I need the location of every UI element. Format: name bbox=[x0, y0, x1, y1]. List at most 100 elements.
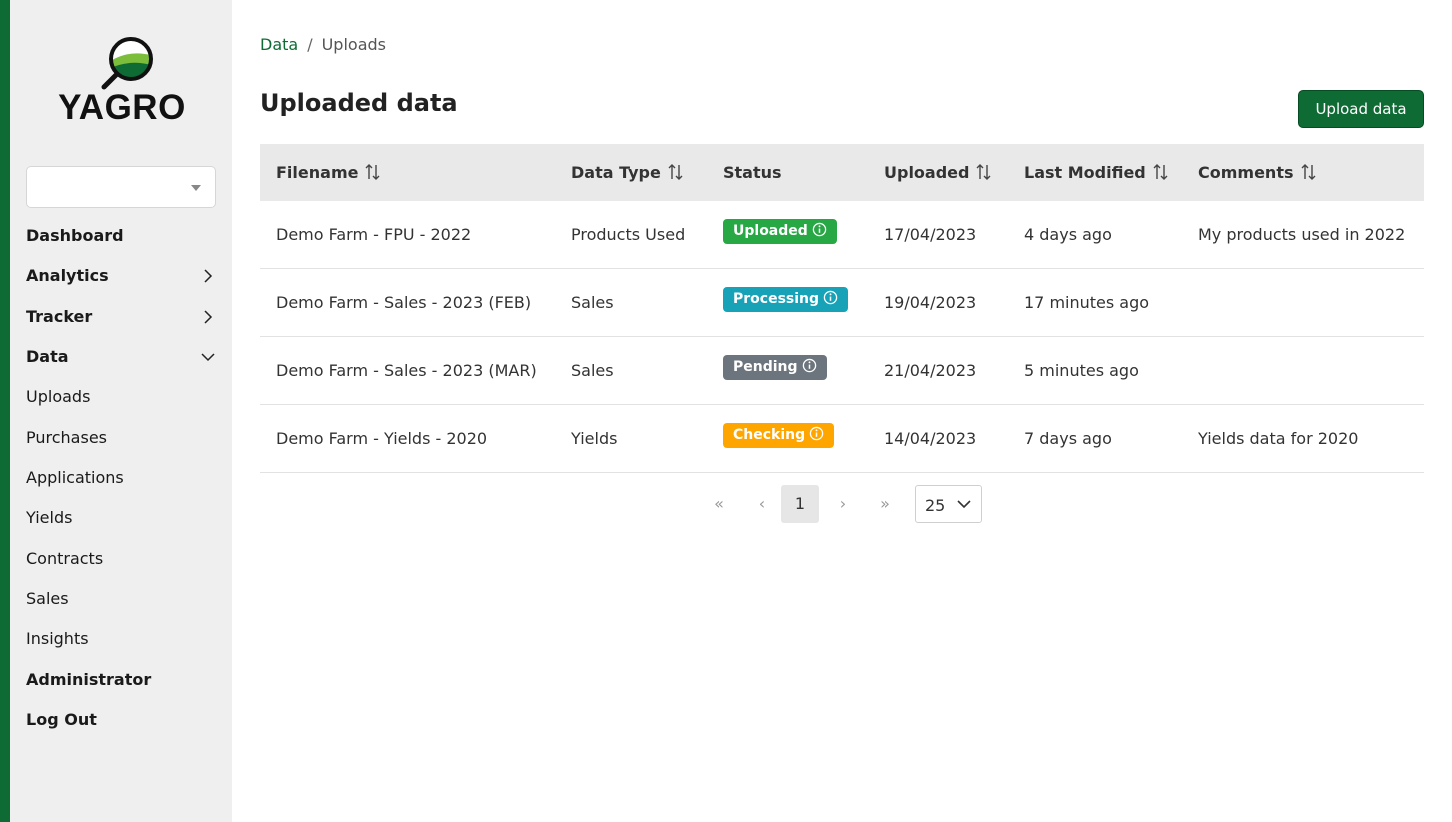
sidebar-item-tracker[interactable]: Tracker bbox=[26, 302, 216, 332]
sidebar-item-label: Contracts bbox=[26, 549, 104, 568]
status-label: Checking bbox=[733, 427, 806, 443]
yagro-logo[interactable]: YAGRO bbox=[54, 34, 194, 127]
farm-select[interactable] bbox=[26, 166, 216, 208]
breadcrumb-separator: / bbox=[307, 35, 313, 54]
column-header-uploaded[interactable]: Uploaded bbox=[884, 144, 993, 201]
table-header: Filename Data Type Status Uploaded Last Modi… bbox=[260, 144, 1424, 201]
caret-down-icon bbox=[191, 185, 201, 191]
sidebar-item-contracts[interactable]: Contracts bbox=[26, 544, 216, 574]
sidebar-item-data[interactable]: Data bbox=[26, 342, 216, 372]
cell-filename: Demo Farm - Yields - 2020 bbox=[276, 429, 488, 448]
column-header-filename[interactable]: Filename bbox=[276, 144, 382, 201]
brand-accent-bar bbox=[0, 0, 10, 822]
cell-filename: Demo Farm - Sales - 2023 (FEB) bbox=[276, 293, 532, 312]
cell-data-type: Products Used bbox=[571, 225, 686, 244]
sort-icon bbox=[668, 164, 683, 180]
sidebar-item-label: Sales bbox=[26, 589, 69, 608]
status-label: Pending bbox=[733, 359, 798, 375]
sidebar-item-yields[interactable]: Yields bbox=[26, 503, 216, 533]
table-row[interactable]: Demo Farm - FPU - 2022 Products Used Uploa… bbox=[260, 201, 1424, 269]
cell-uploaded: 21/04/2023 bbox=[884, 361, 977, 380]
cell-uploaded: 19/04/2023 bbox=[884, 293, 977, 312]
sidebar-item-label: Purchases bbox=[26, 428, 107, 447]
page-size-value: 25 bbox=[925, 496, 946, 515]
info-icon[interactable] bbox=[812, 222, 827, 237]
sidebar-item-label: Uploads bbox=[26, 387, 91, 406]
column-header-data-type[interactable]: Data Type bbox=[571, 144, 685, 201]
sidebar-item-dashboard[interactable]: Dashboard bbox=[26, 221, 216, 251]
column-header-label: Comments bbox=[1198, 163, 1294, 182]
sidebar-item-label: Insights bbox=[26, 629, 89, 648]
cell-data-type: Sales bbox=[571, 361, 614, 380]
sidebar-item-label: Log Out bbox=[26, 710, 97, 729]
sort-icon bbox=[976, 164, 991, 180]
column-header-label: Status bbox=[723, 163, 782, 182]
info-icon[interactable] bbox=[809, 426, 824, 441]
chevron-right-icon bbox=[204, 310, 213, 324]
pagination: « ‹ 1 › » 25 bbox=[700, 485, 1000, 523]
next-page-button[interactable]: › bbox=[824, 485, 862, 523]
sidebar-item-label: Analytics bbox=[26, 266, 109, 285]
page-title: Uploaded data bbox=[260, 89, 458, 117]
cell-filename: Demo Farm - Sales - 2023 (MAR) bbox=[276, 361, 537, 380]
info-icon[interactable] bbox=[802, 358, 817, 373]
breadcrumb-link-data[interactable]: Data bbox=[260, 35, 298, 54]
sidebar-item-administrator[interactable]: Administrator bbox=[26, 665, 216, 695]
cell-data-type: Yields bbox=[571, 429, 618, 448]
cell-filename: Demo Farm - FPU - 2022 bbox=[276, 225, 472, 244]
column-header-label: Uploaded bbox=[884, 163, 970, 182]
sort-icon bbox=[365, 164, 380, 180]
sidebar: YAGRO Dashboard Analytics Tracker Data Uploa… bbox=[10, 0, 232, 822]
upload-data-button[interactable]: Upload data bbox=[1298, 90, 1424, 128]
cell-uploaded: 17/04/2023 bbox=[884, 225, 977, 244]
sidebar-item-purchases[interactable]: Purchases bbox=[26, 423, 216, 453]
breadcrumb-current: Uploads bbox=[321, 35, 386, 54]
sidebar-item-uploads[interactable]: Uploads bbox=[26, 382, 216, 412]
sidebar-item-label: Applications bbox=[26, 468, 124, 487]
sidebar-item-label: Yields bbox=[26, 508, 73, 527]
sort-icon bbox=[1301, 164, 1315, 180]
status-badge: Pending bbox=[723, 355, 827, 380]
cell-data-type: Sales bbox=[571, 293, 614, 312]
info-icon[interactable] bbox=[823, 290, 838, 305]
last-page-button[interactable]: » bbox=[866, 485, 904, 523]
breadcrumb: Data / Uploads bbox=[260, 35, 386, 54]
chevron-down-icon bbox=[957, 500, 971, 509]
sidebar-item-label: Tracker bbox=[26, 307, 93, 326]
magnifier-field-icon bbox=[101, 37, 153, 90]
page-1-button[interactable]: 1 bbox=[781, 485, 819, 523]
column-header-label: Data Type bbox=[571, 163, 661, 182]
sidebar-item-log-out[interactable]: Log Out bbox=[26, 705, 216, 735]
prev-page-button[interactable]: ‹ bbox=[743, 485, 781, 523]
cell-last-modified: 7 days ago bbox=[1024, 429, 1112, 448]
sidebar-item-label: Administrator bbox=[26, 670, 152, 689]
cell-last-modified: 4 days ago bbox=[1024, 225, 1112, 244]
sidebar-item-insights[interactable]: Insights bbox=[26, 624, 216, 654]
column-header-comments[interactable]: Comments bbox=[1198, 144, 1318, 201]
first-page-button[interactable]: « bbox=[700, 485, 738, 523]
cell-last-modified: 5 minutes ago bbox=[1024, 361, 1139, 380]
column-header-label: Last Modified bbox=[1024, 163, 1146, 182]
table-row[interactable]: Demo Farm - Yields - 2020 Yields Checking 1… bbox=[260, 405, 1424, 473]
cell-last-modified: 17 minutes ago bbox=[1024, 293, 1150, 312]
table-row[interactable]: Demo Farm - Sales - 2023 (MAR) Sales Pendi… bbox=[260, 337, 1424, 405]
sidebar-item-analytics[interactable]: Analytics bbox=[26, 261, 216, 291]
status-label: Uploaded bbox=[733, 223, 808, 239]
logo-wordmark: YAGRO bbox=[58, 88, 186, 127]
column-header-label: Filename bbox=[276, 163, 359, 182]
chevron-down-icon bbox=[201, 353, 215, 362]
status-badge: Uploaded bbox=[723, 219, 837, 244]
cell-comments: My products used in 2022 bbox=[1198, 225, 1406, 244]
sort-icon bbox=[1153, 164, 1168, 180]
sidebar-item-applications[interactable]: Applications bbox=[26, 463, 216, 493]
uploads-table: Filename Data Type Status Uploaded Last Modi… bbox=[260, 144, 1424, 473]
column-header-status: Status bbox=[723, 144, 782, 201]
table-body: Demo Farm - FPU - 2022 Products Used Uploa… bbox=[260, 201, 1424, 473]
column-header-last-modified[interactable]: Last Modified bbox=[1024, 144, 1170, 201]
table-row[interactable]: Demo Farm - Sales - 2023 (FEB) Sales Proce… bbox=[260, 269, 1424, 337]
status-badge: Checking bbox=[723, 423, 835, 448]
sidebar-item-label: Dashboard bbox=[26, 226, 124, 245]
status-badge: Processing bbox=[723, 287, 849, 312]
sidebar-item-sales[interactable]: Sales bbox=[26, 584, 216, 614]
page-size-select[interactable]: 25 bbox=[915, 485, 982, 523]
